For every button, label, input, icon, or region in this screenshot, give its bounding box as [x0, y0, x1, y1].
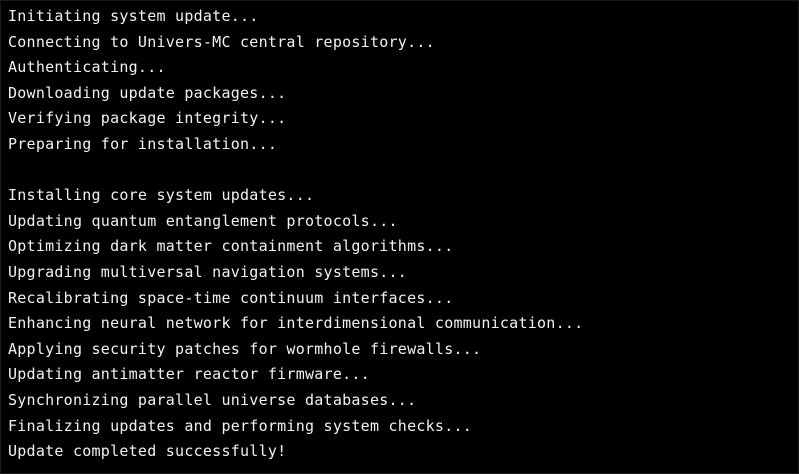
- terminal-line: Upgrading multiversal navigation systems…: [8, 262, 408, 281]
- terminal-line: Preparing for installation...: [8, 134, 278, 153]
- terminal-line: Synchronizing parallel universe database…: [8, 390, 417, 409]
- terminal-line: Installing core system updates...: [8, 186, 315, 205]
- terminal-line: Connecting to Univers-MC central reposit…: [8, 32, 435, 51]
- terminal-line: Update completed successfully!: [8, 442, 287, 461]
- terminal-line: Updating quantum entanglement protocols.…: [8, 211, 398, 230]
- terminal-line: Enhancing neural network for interdimens…: [8, 314, 584, 333]
- terminal-line: Optimizing dark matter containment algor…: [8, 237, 454, 256]
- terminal-line: Verifying package integrity...: [8, 109, 287, 128]
- terminal-line: Updating antimatter reactor firmware...: [8, 365, 370, 384]
- terminal-line: Downloading update packages...: [8, 83, 287, 102]
- terminal-line: Recalibrating space-time continuum inter…: [8, 288, 454, 307]
- terminal-line: Finalizing updates and performing system…: [8, 416, 473, 435]
- terminal-line: Initiating system update...: [8, 7, 259, 25]
- terminal-line: Authenticating...: [8, 58, 166, 77]
- terminal-line: Applying security patches for wormhole f…: [8, 339, 482, 358]
- terminal-output[interactable]: Initiating system update... Connecting t…: [0, 0, 799, 474]
